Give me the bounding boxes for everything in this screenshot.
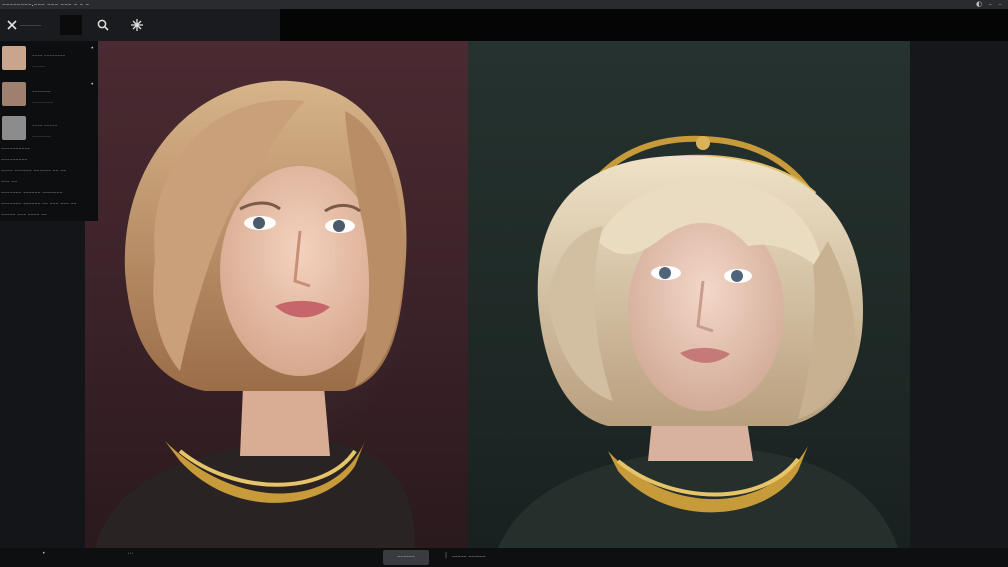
more-icon[interactable]: • — [90, 81, 94, 88]
tab-inactive-label: ₋₋₋₋₋ ₋₋₋₋₋₋ — [452, 554, 486, 560]
layer-metadata: ₋₋₋₋₋₋₋₋₋₋ ₋₋₋₋₋₋₋₋₋ ₋₋₋₋ ₋₋₋₋₋₋ ₋₋₋₋₋₋ … — [0, 144, 98, 221]
metadata-line: ₋₋₋₋₋ ₋₋₋ ₋₋₋₋ ₋₋ — [1, 212, 47, 218]
title-bar: ₋₋₋₋₋₋₋₋.₋₋₋ ₋₋₋ ₋₋₋ ₋ ₋ ₋ ◐ ₋ ₋ — [0, 0, 1008, 9]
layers-sidebar: ₋₋₋₋ ₋₋₋₋₋₋₋₋ ₋₋₋₋₋ • ₋₋₋₋₋₋₋ ₋₋₋₋₋₋₋₋ •… — [0, 41, 98, 221]
layer-thumbnail — [2, 46, 26, 70]
tab-active[interactable]: ₋₋₋₋₋₋ — [383, 550, 429, 565]
metadata-line: ₋₋₋₋₋₋₋ ₋₋₋₋₋₋ ₋₋₋₋₋₋₋ — [1, 190, 63, 196]
window-title: ₋₋₋₋₋₋₋₋.₋₋₋ ₋₋₋ ₋₋₋ ₋ ₋ ₋ — [2, 0, 90, 8]
search-icon[interactable] — [94, 16, 112, 34]
layer-name: ₋₋₋₋ ₋₋₋₋₋₋₋₋ — [32, 52, 66, 58]
metadata-line: ₋₋₋₋ ₋₋₋₋₋₋ ₋₋₋₋₋₋ ₋₋ ₋₋ — [1, 168, 67, 174]
layer-item[interactable]: ₋₋₋₋ ₋₋₋₋₋ ₋₋₋₋₋₋₋ — [0, 111, 98, 145]
tab-separator: | — [445, 552, 448, 559]
layer-thumbnail — [2, 116, 26, 140]
toolbar-separator — [60, 15, 82, 35]
tab-active-label: ₋₋₋₋₋₋ — [397, 554, 415, 560]
metadata-line: ₋₋₋₋₋₋₋₋₋₋ — [1, 146, 31, 152]
tab-inactive[interactable]: ₋₋₋₋₋ ₋₋₋₋₋₋ — [449, 550, 509, 565]
metadata-line: ₋₋₋ ₋₋ — [1, 179, 18, 185]
portrait-image-left[interactable] — [85, 41, 468, 548]
bottom-bar: • ⋯ ₋₋₋₋₋₋ | ₋₋₋₋₋ ₋₋₋₋₋₋ — [0, 548, 1008, 567]
metadata-line: ₋₋₋₋₋₋₋ ₋₋₋₋₋₋ ₋₋ ₋₋₋ ₋₋₋ ₋₋ — [1, 201, 77, 207]
layer-item[interactable]: ₋₋₋₋ ₋₋₋₋₋₋₋₋ ₋₋₋₋₋ • — [0, 41, 98, 75]
layer-subtitle: ₋₋₋₋₋ — [32, 63, 46, 69]
sparkle-icon[interactable] — [128, 16, 146, 34]
toolbar: ₋₋₋₋₋₋₋₋ — [0, 9, 1008, 41]
toolbar-left: ₋₋₋₋₋₋₋₋ — [0, 9, 280, 41]
layer-subtitle: ₋₋₋₋₋₋₋₋ — [32, 99, 54, 105]
portrait-image-right[interactable] — [468, 41, 910, 548]
close-icon[interactable] — [3, 16, 21, 34]
layer-thumbnail — [2, 82, 26, 106]
layer-name: ₋₋₋₋ ₋₋₋₋₋ — [32, 122, 58, 128]
window-controls[interactable]: ◐ ₋ ₋ — [976, 0, 1004, 9]
layer-name: ₋₋₋₋₋₋₋ — [32, 88, 51, 94]
bottom-left-marks[interactable]: • ⋯ — [42, 550, 173, 557]
metadata-line: ₋₋₋₋₋₋₋₋₋ — [1, 157, 28, 163]
layer-subtitle: ₋₋₋₋₋₋₋ — [32, 133, 51, 139]
layer-item[interactable]: ₋₋₋₋₋₋₋ ₋₋₋₋₋₋₋₋ • — [0, 77, 98, 111]
more-icon[interactable]: • — [90, 45, 94, 52]
